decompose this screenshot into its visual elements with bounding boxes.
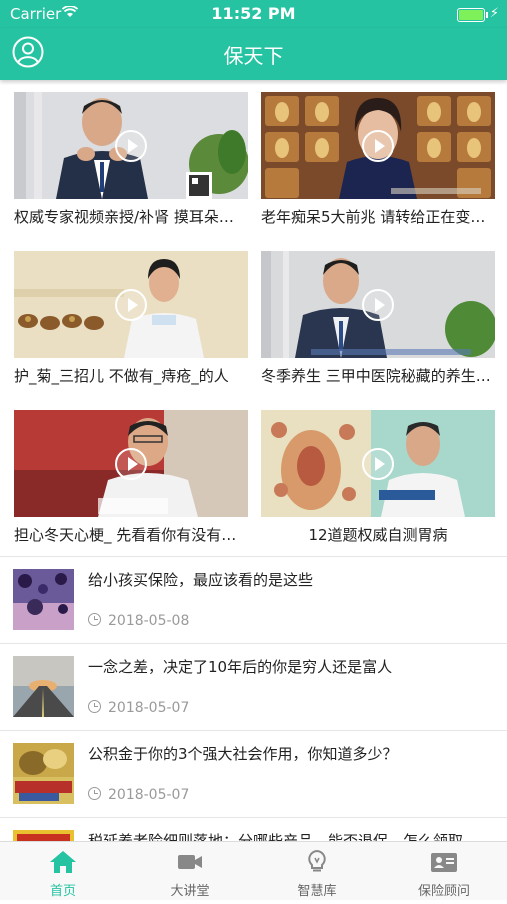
video-camera-icon	[178, 855, 202, 869]
video-thumbnail[interactable]	[261, 251, 495, 358]
video-title: 护_菊_三招儿 不做有_痔疮_的人	[14, 367, 229, 385]
video-thumbnail[interactable]	[14, 92, 248, 199]
clock-icon	[88, 700, 101, 713]
tab-home[interactable]: 首页	[0, 842, 126, 900]
article-title: 给小孩买保险，最应该看的是这些	[88, 571, 314, 589]
lightbulb-icon	[308, 850, 326, 872]
tab-lecture-hall[interactable]: 大讲堂	[127, 842, 253, 900]
page-title: 保天下	[223, 44, 284, 68]
list-item[interactable]: 一念之差，决定了10年后的你是穷人还是富人 2018-05-07	[0, 643, 507, 730]
article-date: 2018-05-07	[88, 700, 189, 716]
video-card[interactable]: 权威专家视频亲授/补肾 摸耳朵的方法	[14, 92, 248, 227]
tab-bar: 首页 大讲堂 智慧库 保险顾问	[0, 841, 507, 900]
video-card[interactable]: 护_菊_三招儿 不做有_痔疮_的人	[14, 251, 248, 386]
play-icon[interactable]	[362, 288, 394, 321]
video-thumbnail[interactable]	[14, 251, 248, 358]
play-icon[interactable]	[115, 288, 147, 321]
video-card[interactable]: 冬季养生 三甲中医院秘藏的养生秘诀	[261, 251, 495, 386]
clock-icon	[88, 613, 101, 626]
play-icon[interactable]	[115, 129, 147, 162]
video-thumbnail[interactable]	[261, 410, 495, 517]
article-date: 2018-05-08	[88, 613, 189, 629]
tab-label: 首页	[49, 884, 76, 899]
tab-knowledge-base[interactable]: 智慧库	[254, 842, 380, 900]
tab-label: 保险顾问	[417, 884, 470, 899]
video-thumbnail[interactable]	[14, 410, 248, 517]
article-date: 2018-05-07	[88, 787, 189, 803]
video-title: 冬季养生 三甲中医院秘藏的养生秘诀	[261, 367, 495, 385]
video-card[interactable]: 老年痴呆5大前兆 请转给正在变老的父母	[261, 92, 495, 227]
list-item[interactable]: 公积金于你的3个强大社会作用，你知道多少？ 2018-05-07	[0, 730, 507, 817]
tab-label: 大讲堂	[170, 884, 210, 899]
play-icon[interactable]	[115, 447, 147, 480]
video-title: 担心冬天心梗_ 先看看你有没有这些症状	[14, 526, 248, 544]
status-time: 11:52 PM	[211, 4, 296, 23]
nav-bar: 保天下	[0, 28, 507, 80]
list-item[interactable]: 给小孩买保险，最应该看的是这些 2018-05-08	[0, 556, 507, 643]
play-icon[interactable]	[362, 447, 394, 480]
tab-label: 智慧库	[297, 884, 337, 899]
article-title: 一念之差，决定了10年后的你是穷人还是富人	[88, 658, 393, 676]
home-icon	[50, 851, 76, 873]
article-thumbnail	[13, 569, 74, 630]
video-thumbnail[interactable]	[261, 92, 495, 199]
tab-insurance-advisor[interactable]: 保险顾问	[381, 842, 507, 900]
clock-icon	[88, 787, 101, 800]
video-title: 12道题权威自测胃病	[308, 526, 448, 544]
video-card[interactable]: 12道题权威自测胃病	[261, 410, 495, 545]
article-thumbnail	[13, 656, 74, 717]
video-title: 权威专家视频亲授/补肾 摸耳朵的方法	[14, 208, 248, 226]
play-icon[interactable]	[362, 129, 394, 162]
article-title: 公积金于你的3个强大社会作用，你知道多少？	[88, 745, 398, 763]
status-bar: Carrier 11:52 PM ⚡	[0, 0, 507, 28]
contact-card-icon	[431, 853, 457, 872]
charging-icon: ⚡	[489, 6, 499, 21]
article-thumbnail	[13, 743, 74, 804]
video-card[interactable]: 担心冬天心梗_ 先看看你有没有这些症状	[14, 410, 248, 545]
battery-icon	[457, 8, 488, 22]
video-title: 老年痴呆5大前兆 请转给正在变老的父母	[261, 208, 495, 226]
